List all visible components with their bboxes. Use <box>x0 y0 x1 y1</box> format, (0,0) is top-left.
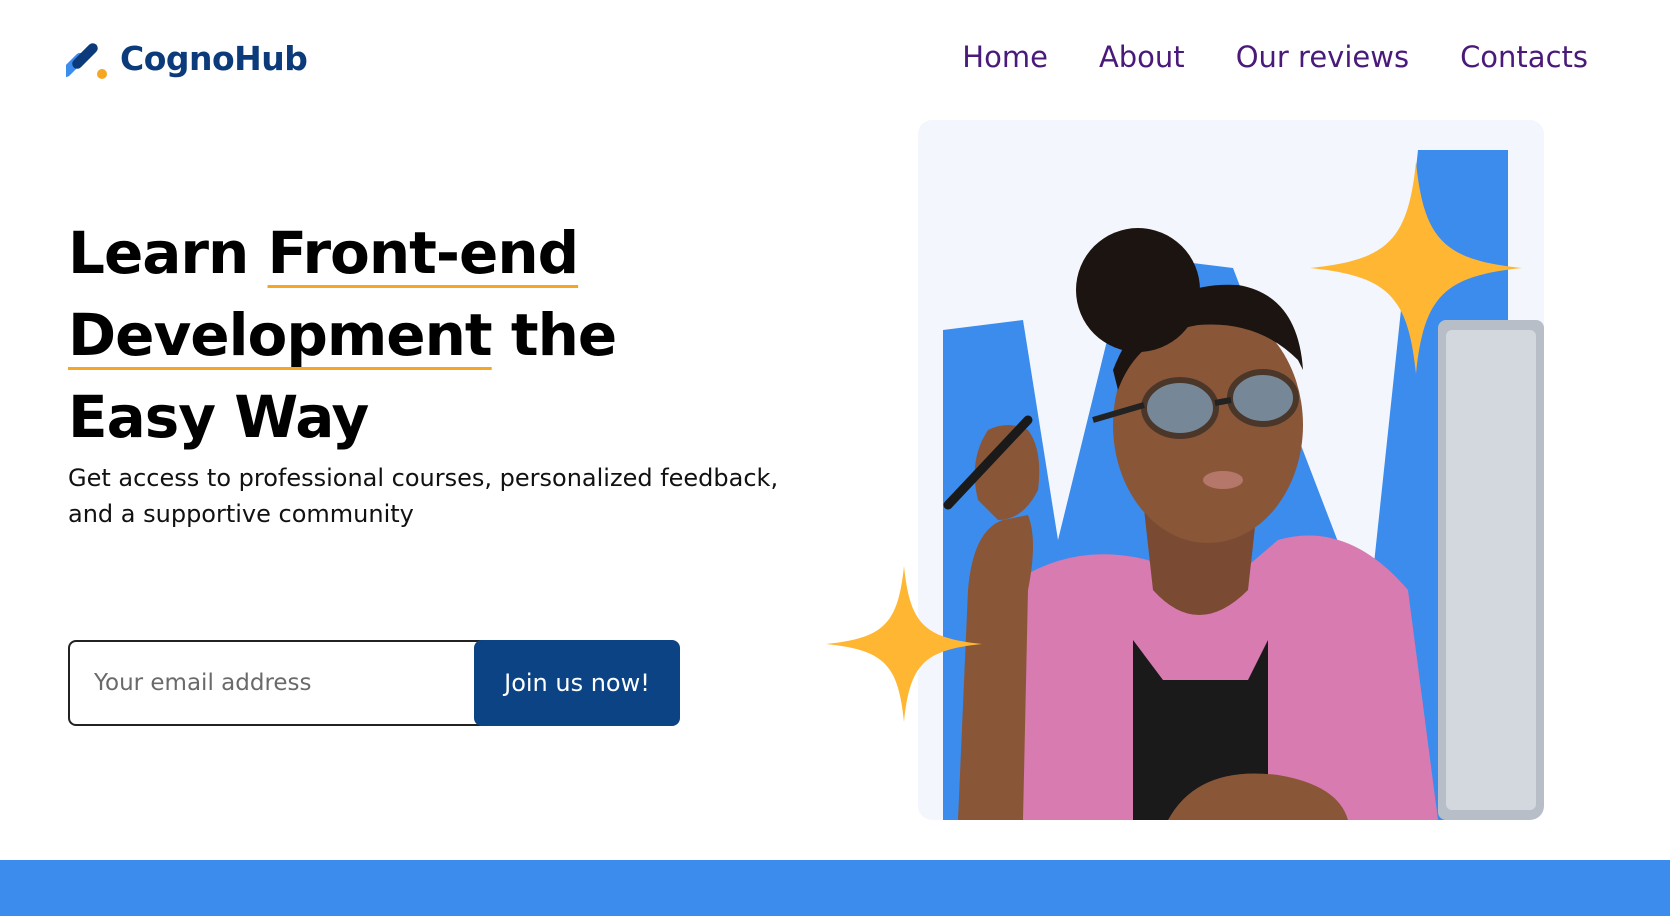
email-signup-form: Join us now! <box>68 640 680 726</box>
nav-about-link[interactable]: About <box>1099 40 1185 74</box>
nav-contacts-link[interactable]: Contacts <box>1460 40 1588 74</box>
slash-dot-logo-icon <box>60 36 110 80</box>
hero-title-highlight-frontend: Front-end <box>267 219 580 287</box>
sparkle-star-icon <box>826 566 982 722</box>
hero-title: Learn Front-end Development the Easy Way <box>68 212 768 458</box>
email-input[interactable] <box>68 640 488 726</box>
brand-logo[interactable]: CognoHub <box>60 36 308 80</box>
nav-home-link[interactable]: Home <box>962 40 1048 74</box>
hero-title-part1: Learn <box>68 219 268 287</box>
nav-reviews-link[interactable]: Our reviews <box>1236 40 1409 74</box>
main-nav: Home About Our reviews Contacts <box>962 40 1588 74</box>
hero-subtitle: Get access to professional courses, pers… <box>68 464 779 528</box>
join-button[interactable]: Join us now! <box>474 640 680 726</box>
section-divider-band <box>0 860 1670 916</box>
brand-name: CognoHub <box>120 38 308 78</box>
hero-title-highlight-development: Development <box>68 301 493 369</box>
sparkle-star-icon <box>1310 162 1522 374</box>
